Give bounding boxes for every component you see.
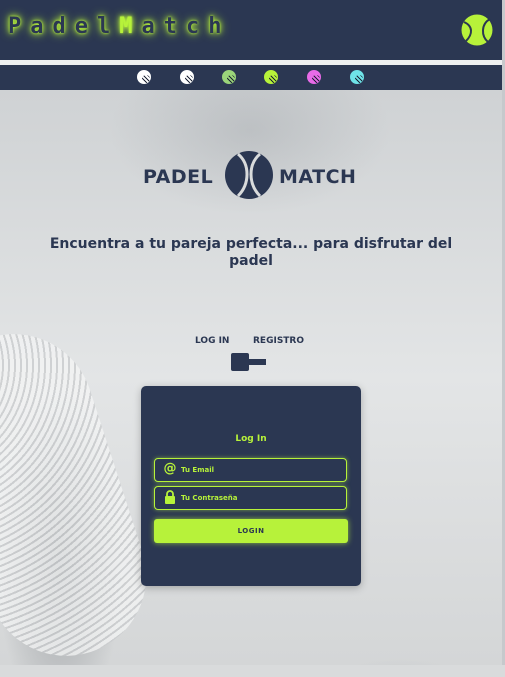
- logo-highlight: M: [119, 14, 142, 39]
- tab-register[interactable]: REGISTRO: [253, 336, 304, 346]
- tennis-ball-icon[interactable]: [461, 14, 493, 46]
- tagline: Encuentra a tu pareja perfecta... para d…: [49, 236, 453, 269]
- email-input[interactable]: [181, 461, 339, 478]
- top-bar: PadelMatch: [0, 0, 502, 60]
- tab-login[interactable]: LOG IN: [195, 336, 229, 346]
- theme-dot-5[interactable]: [307, 70, 321, 84]
- password-field[interactable]: [154, 486, 347, 510]
- email-field[interactable]: @: [154, 458, 347, 482]
- theme-dot-1[interactable]: [137, 70, 151, 84]
- login-register-toggle[interactable]: [231, 353, 267, 371]
- at-icon: @: [163, 461, 177, 476]
- padel-ball-icon: [225, 151, 273, 199]
- password-input[interactable]: [181, 489, 339, 506]
- theme-dot-4[interactable]: [264, 70, 278, 84]
- theme-dot-6[interactable]: [350, 70, 364, 84]
- login-button[interactable]: LOGIN: [154, 519, 348, 543]
- login-card: Log In @ LOGIN: [141, 386, 361, 586]
- login-title: Log In: [235, 434, 267, 444]
- brand-logo: PADEL MATCH: [140, 150, 360, 202]
- brand-left-text: PADEL: [143, 166, 214, 188]
- theme-dot-2[interactable]: [180, 70, 194, 84]
- brand-right-text: MATCH: [279, 166, 357, 188]
- lock-icon: [163, 490, 177, 504]
- logo-suffix: atch: [141, 14, 231, 39]
- theme-dot-3[interactable]: [222, 70, 236, 84]
- app-logo-text: PadelMatch: [8, 14, 230, 39]
- toggle-track[interactable]: [247, 359, 266, 365]
- theme-selector-bar: [0, 65, 502, 90]
- logo-prefix: Padel: [8, 14, 120, 39]
